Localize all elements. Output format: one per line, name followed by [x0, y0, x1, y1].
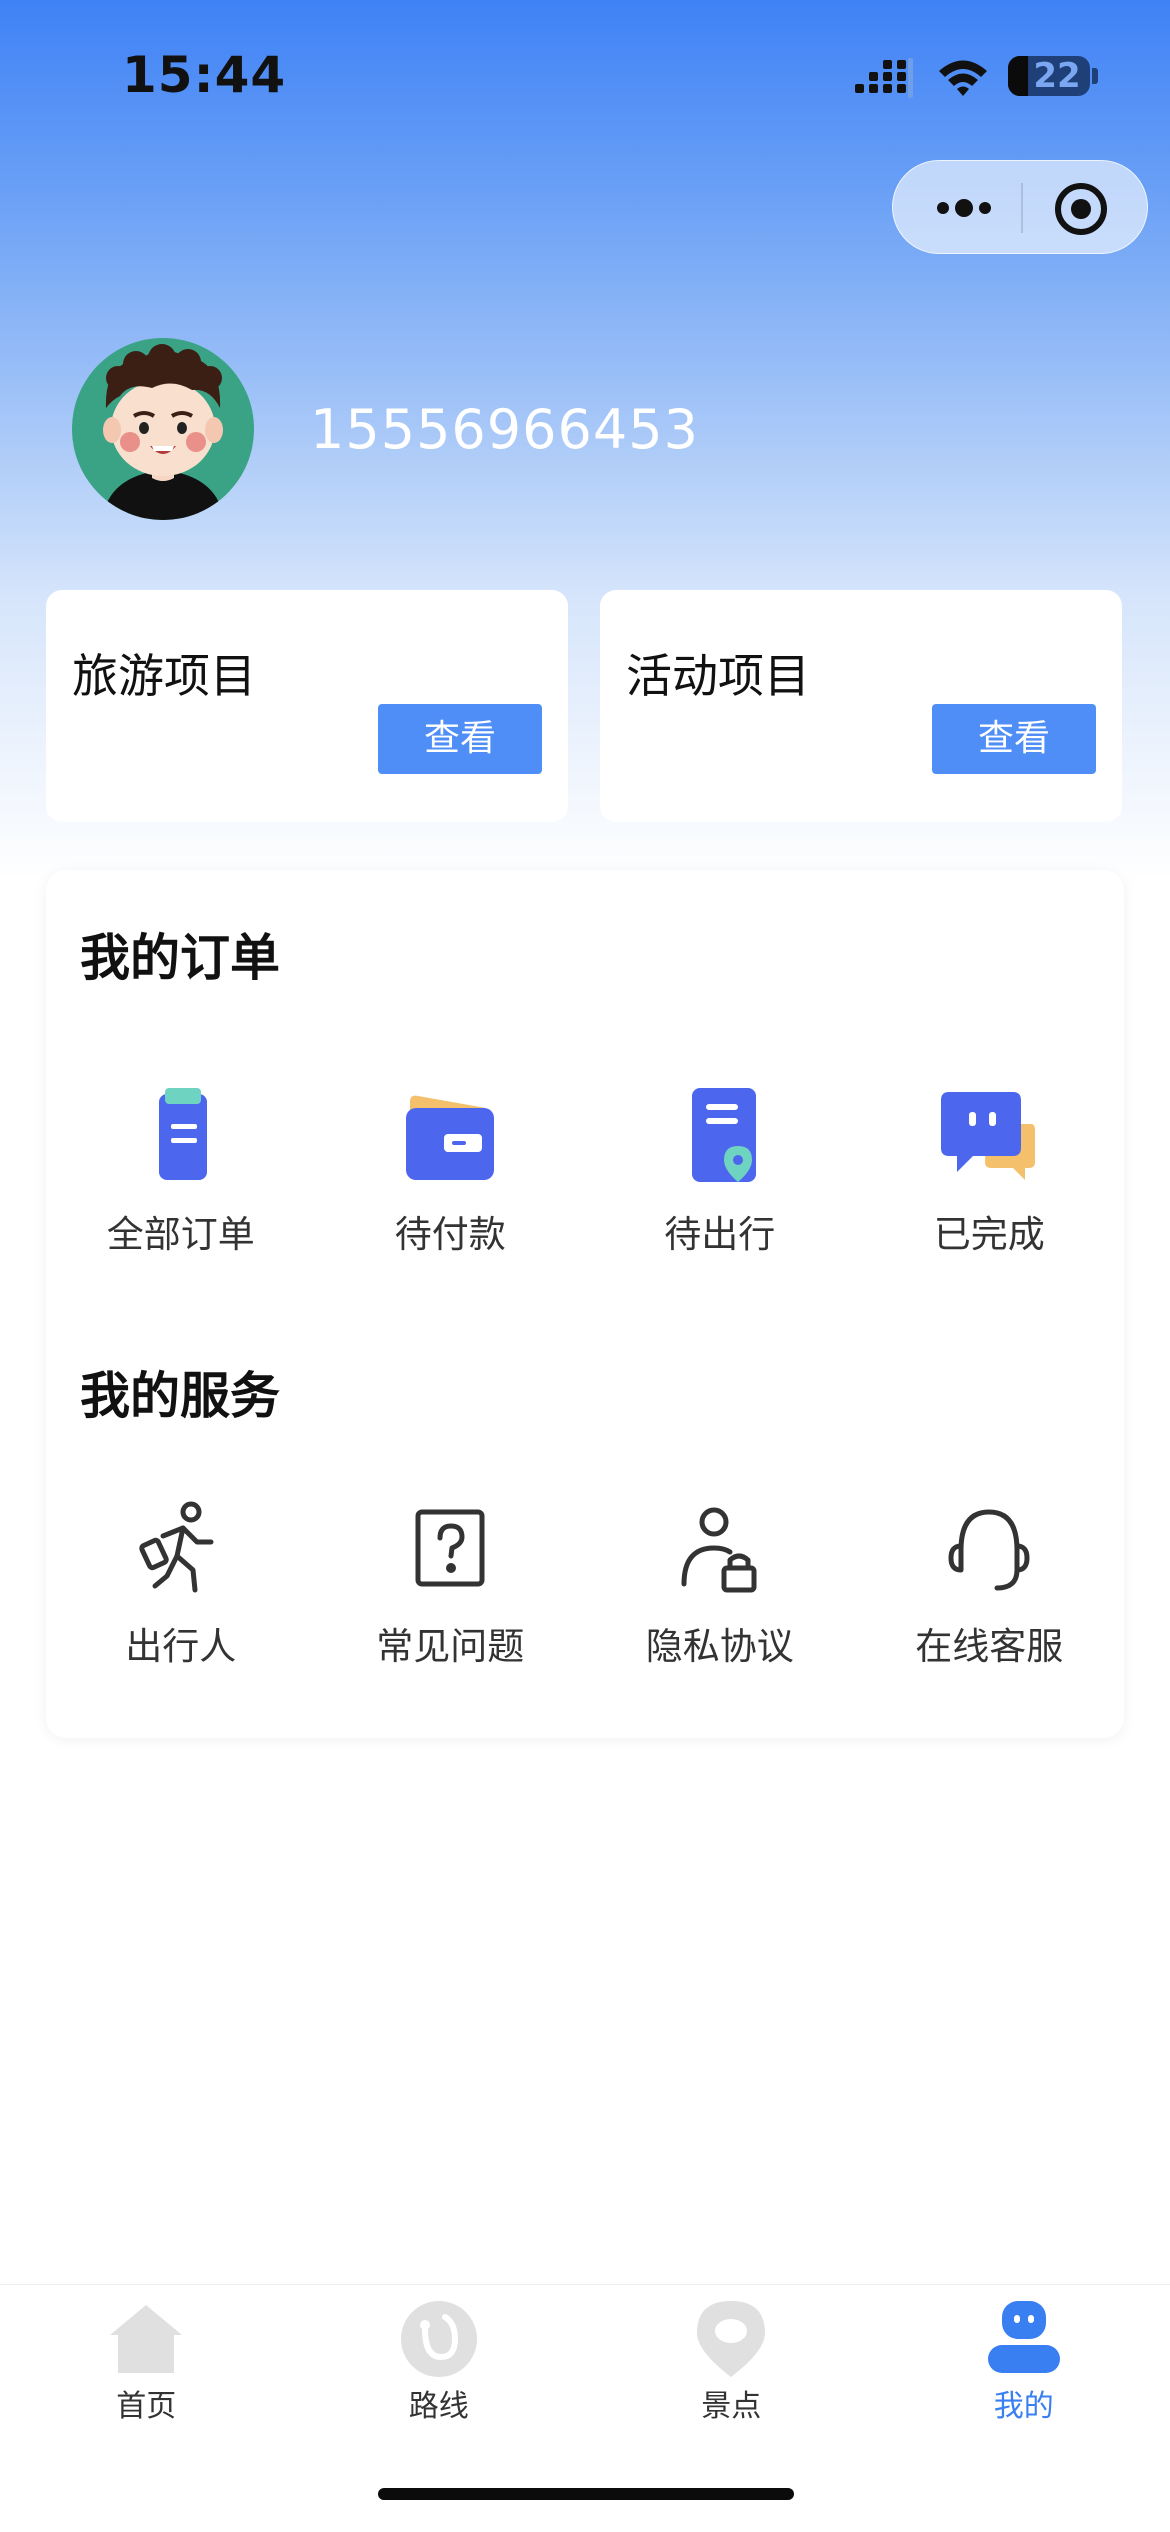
order-pending-travel-label: 待出行 — [664, 1213, 776, 1256]
my-services-title: 我的服务 — [80, 1367, 280, 1425]
order-all-label: 全部订单 — [106, 1213, 255, 1256]
more-options-icon[interactable] — [929, 183, 999, 233]
status-bar: 15:44 22 — [0, 0, 1170, 150]
status-time: 15:44 — [122, 46, 287, 104]
capsule-divider — [1021, 183, 1023, 233]
wifi-icon — [939, 60, 987, 96]
order-completed-label: 已完成 — [933, 1213, 1045, 1256]
travel-project-card: 旅游项目 查看 — [46, 590, 568, 822]
service-travelers-label: 出行人 — [125, 1625, 237, 1668]
battery-level: 22 — [1033, 56, 1081, 96]
services-grid: 出行人 常见问题 隐私协议 在线客服 — [46, 1498, 1124, 1670]
tab-route[interactable]: 路线 — [293, 2285, 586, 2444]
avatar-illustration-icon — [72, 338, 254, 520]
home-icon — [110, 2305, 183, 2373]
service-support[interactable]: 在线客服 — [855, 1498, 1125, 1670]
activity-project-title: 活动项目 — [626, 649, 810, 703]
battery-icon: 22 — [1008, 56, 1090, 96]
travel-project-view-button[interactable]: 查看 — [378, 704, 542, 774]
order-all[interactable]: 全部订单 — [46, 1086, 316, 1258]
location-pin-icon — [697, 2301, 766, 2377]
tab-home-label: 首页 — [116, 2389, 177, 2424]
bottom-tab-bar: 首页 路线 景点 我的 — [0, 2284, 1170, 2444]
user-phone-number: 15556966453 — [310, 398, 699, 461]
travel-project-title: 旅游项目 — [72, 649, 256, 703]
wallet-icon — [406, 1095, 495, 1180]
orders-grid: 全部订单 待付款 待出行 已完成 — [46, 1086, 1124, 1258]
user-lock-icon — [681, 1507, 757, 1593]
order-completed[interactable]: 已完成 — [855, 1086, 1125, 1258]
battery-tip — [1092, 68, 1098, 84]
my-orders-title: 我的订单 — [80, 929, 280, 987]
activity-project-card: 活动项目 查看 — [600, 590, 1122, 822]
order-pending-payment-label: 待付款 — [394, 1213, 506, 1256]
tab-route-label: 路线 — [408, 2389, 469, 2424]
service-faq[interactable]: 常见问题 — [316, 1498, 586, 1670]
home-indicator — [378, 2488, 794, 2500]
activity-project-view-button[interactable]: 查看 — [932, 704, 1096, 774]
close-miniprogram-icon[interactable] — [1053, 181, 1109, 237]
service-privacy[interactable]: 隐私协议 — [585, 1498, 855, 1670]
service-support-label: 在线客服 — [915, 1625, 1064, 1668]
headset-icon — [948, 1509, 1030, 1591]
avatar[interactable] — [72, 338, 254, 520]
service-travelers[interactable]: 出行人 — [46, 1498, 316, 1670]
orders-services-panel: 我的订单 全部订单 待付款 待出行 已完成 我的服务 出行人 常见问题 隐私协议… — [46, 870, 1124, 1738]
profile-icon — [987, 2301, 1060, 2373]
service-faq-label: 常见问题 — [376, 1625, 525, 1668]
tab-attractions[interactable]: 景点 — [585, 2285, 878, 2444]
tab-attractions-label: 景点 — [701, 2389, 762, 2424]
chat-bubble-icon — [941, 1092, 1036, 1180]
route-icon — [400, 2301, 477, 2377]
service-privacy-label: 隐私协议 — [645, 1625, 794, 1668]
location-document-icon — [691, 1088, 756, 1182]
cellular-signal-icon — [855, 58, 913, 98]
tab-home[interactable]: 首页 — [0, 2285, 293, 2444]
question-icon — [415, 1509, 485, 1587]
miniprogram-capsule — [892, 160, 1148, 254]
traveler-icon — [139, 1501, 214, 1593]
order-pending-travel[interactable]: 待出行 — [585, 1086, 855, 1258]
tab-mine-label: 我的 — [993, 2389, 1054, 2424]
order-pending-payment[interactable]: 待付款 — [316, 1086, 586, 1258]
clipboard-icon — [158, 1088, 207, 1180]
tab-mine[interactable]: 我的 — [878, 2285, 1170, 2444]
